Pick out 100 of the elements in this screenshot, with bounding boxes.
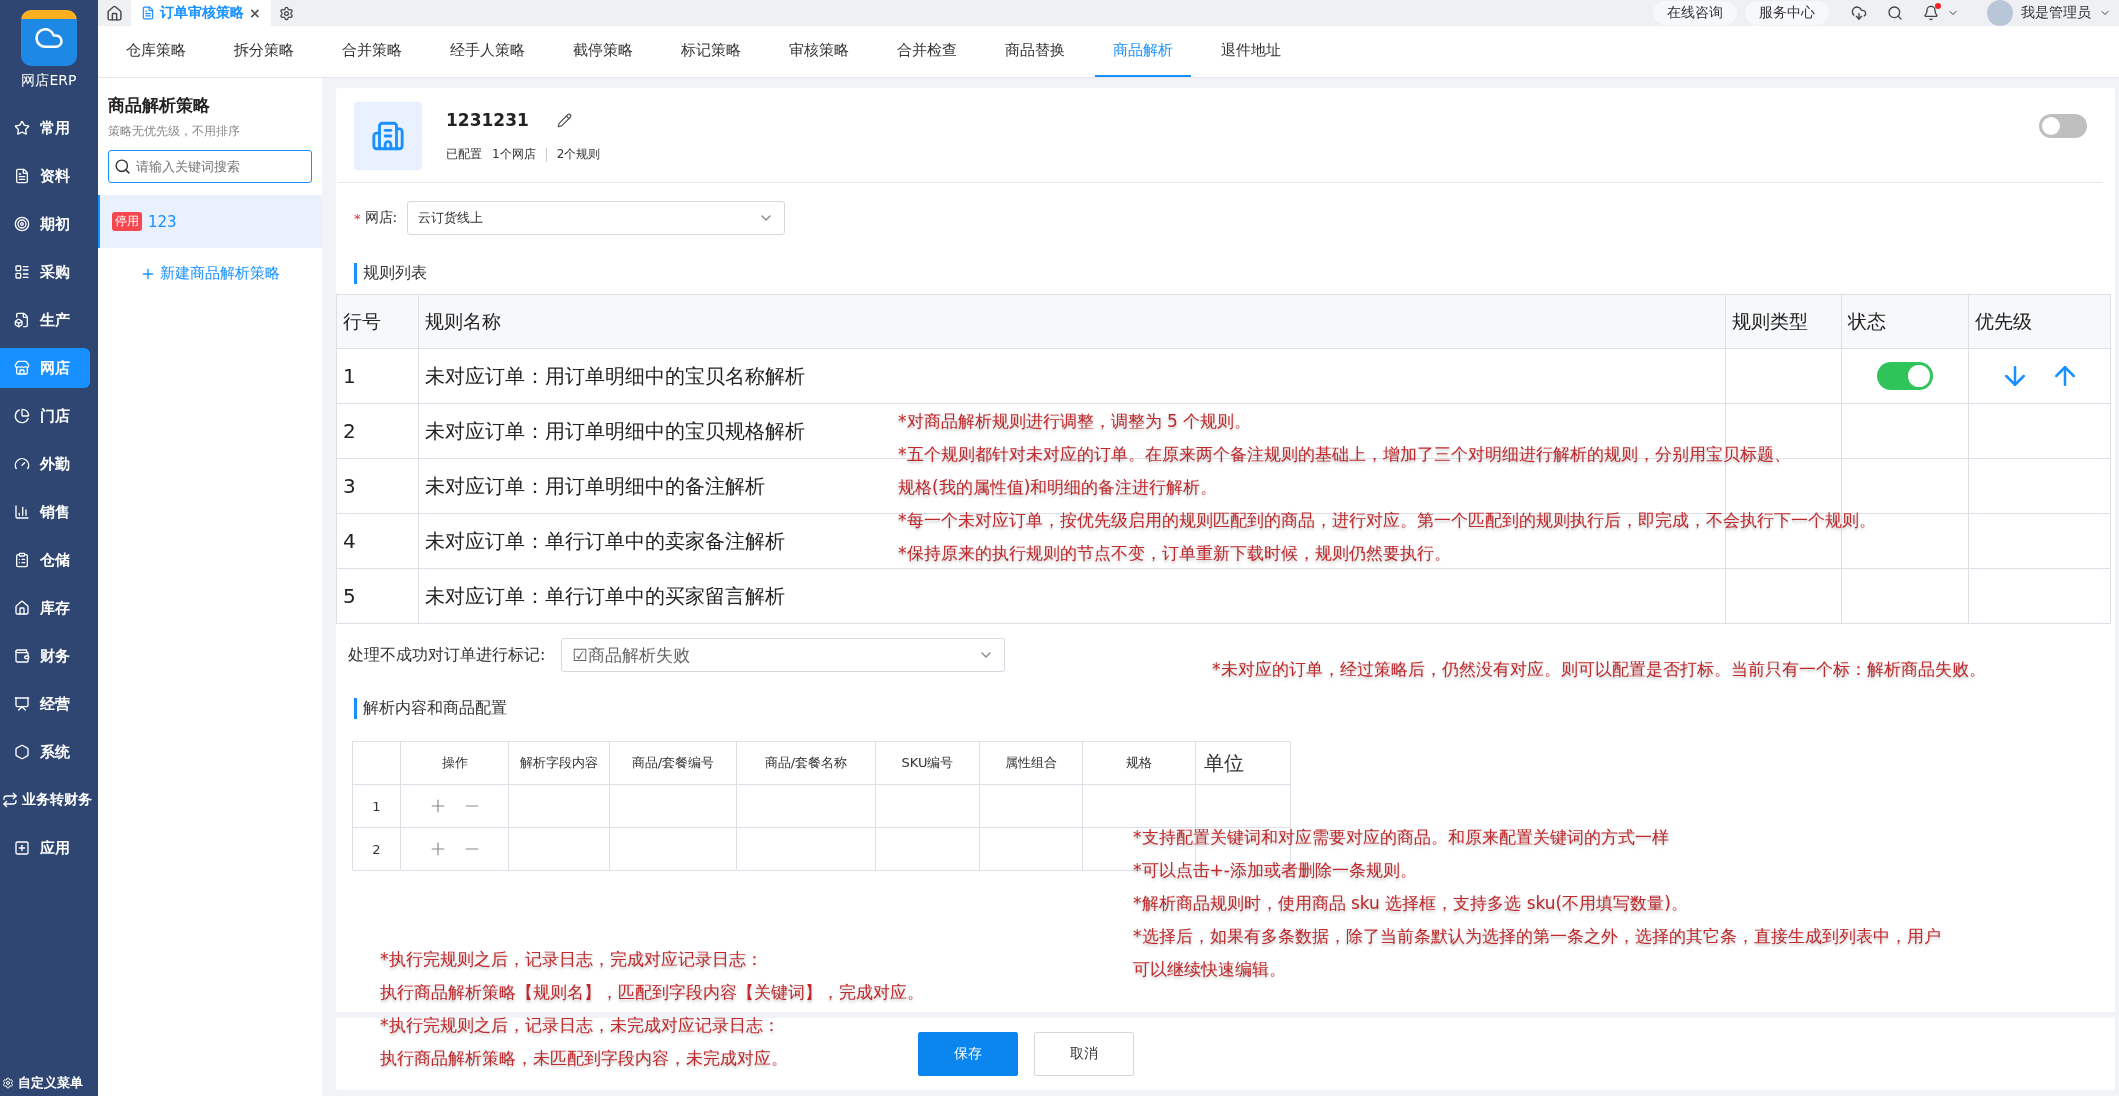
cancel-button[interactable]: 取消 (1033, 1032, 1134, 1076)
document-icon (141, 6, 155, 20)
strategy-tab[interactable]: 拆分策略 (216, 26, 312, 77)
annotation-text: *解析商品规则时，使用商品 sku 选择框，支持多选 sku(不用填写数量)。 (1133, 892, 1689, 914)
table-cell: 未对应订单：用订单明细中的宝贝名称解析 (419, 349, 1726, 404)
table-cell: 5 (337, 569, 419, 624)
meta-text: 2个规则 (556, 146, 601, 163)
column-header: 商品/套餐编号 (610, 742, 737, 785)
notification-icon[interactable] (1923, 5, 1939, 21)
nav-item[interactable]: 资料 (0, 156, 90, 196)
nav-icon (14, 408, 30, 424)
annotation-text: *未对应的订单，经过策略后，仍然没有对应。则可以配置是否打标。当前只有一个标：解析商品失败。 (1212, 658, 1986, 680)
nav-icon (2, 792, 18, 808)
annotation-text: 规格(我的属性值)和明细的备注进行解析。 (898, 476, 1219, 498)
nav-item[interactable]: 销售 (0, 492, 90, 532)
nav-item[interactable]: 经营 (0, 684, 90, 724)
nav-item[interactable]: 业务转财务 (0, 780, 98, 820)
column-header: 操作 (401, 742, 509, 785)
nav-item[interactable]: 生产 (0, 300, 90, 340)
mark-select[interactable]: ☑商品解析失败 (561, 638, 1006, 672)
nav-item[interactable]: 库存 (0, 588, 90, 628)
column-header: 行号 (337, 295, 419, 349)
strategy-tab[interactable]: 合并检查 (879, 26, 975, 77)
strategy-tab[interactable]: 合并策略 (324, 26, 420, 77)
table-cell: 3 (337, 459, 419, 514)
nav-icon (14, 600, 30, 616)
nav-item[interactable]: 应用 (0, 828, 90, 868)
page-tab[interactable]: 订单审核策略 × (131, 0, 271, 26)
column-header: 解析字段内容 (509, 742, 610, 785)
strategy-tab[interactable]: 退件地址 (1203, 26, 1299, 77)
column-header: 规则类型 (1726, 295, 1842, 349)
header-button[interactable]: 在线咨询 (1653, 1, 1737, 25)
strategy-tab[interactable]: 截停策略 (555, 26, 651, 77)
nav-item[interactable]: 采购 (0, 252, 90, 292)
section-title: 解析内容和商品配置 (363, 698, 507, 717)
annotation-text: *对商品解析规则进行调整，调整为 5 个规则。 (898, 410, 1253, 432)
nav-icon (14, 840, 30, 856)
status-tag: 停用 (112, 212, 142, 231)
nav-icon (14, 552, 30, 568)
customize-menu[interactable]: 自定义菜单 (0, 1074, 98, 1096)
building-icon (354, 102, 422, 170)
field-label: 网店: (364, 209, 398, 227)
strategy-item[interactable]: 停用 123 (98, 195, 322, 248)
nav-icon (14, 216, 30, 232)
nav-icon (14, 168, 30, 184)
column-header: SKU编号 (876, 742, 980, 785)
settings-icon[interactable] (278, 5, 294, 21)
avatar[interactable] (1987, 0, 2013, 26)
close-icon[interactable]: × (249, 5, 261, 21)
required-mark: * (354, 210, 361, 226)
nav-item[interactable]: 系统 (0, 732, 90, 772)
column-header: 单位 (1196, 742, 1291, 785)
strategy-tab[interactable]: 经手人策略 (432, 26, 543, 77)
nav-icon (14, 456, 30, 472)
nav-item[interactable]: 期初 (0, 204, 90, 244)
brand-name: 网店ERP (20, 72, 78, 90)
strategy-tab[interactable]: 仓库策略 (108, 26, 204, 77)
user-name[interactable]: 我是管理员 (2021, 4, 2091, 22)
store-select[interactable]: 云订货线上 (407, 201, 786, 235)
nav-icon (14, 696, 30, 712)
edit-icon[interactable] (556, 112, 572, 128)
table-cell: 2 (337, 404, 419, 459)
strategy-tab[interactable]: 商品替换 (987, 26, 1083, 77)
column-header: 优先级 (1969, 295, 2111, 349)
annotation-text: 可以继续快速编辑。 (1133, 958, 1287, 980)
strategy-toggle[interactable] (2039, 114, 2087, 138)
row-number: 1 (353, 785, 401, 828)
app-logo (21, 10, 77, 66)
strategy-tab[interactable]: 审核策略 (771, 26, 867, 77)
section-title: 规则列表 (363, 263, 427, 282)
column-header: 状态 (1842, 295, 1969, 349)
annotation-text: *保持原来的执行规则的节点不变，订单重新下载时候，规则仍然要执行。 (898, 542, 1452, 564)
strategy-tab[interactable]: 标记策略 (663, 26, 759, 77)
column-header: 属性组合 (980, 742, 1083, 785)
nav-item[interactable]: 门店 (0, 396, 90, 436)
cloud-download-icon[interactable] (1851, 5, 1867, 21)
table-cell: 1 (337, 349, 419, 404)
annotation-text: *五个规则都针对未对应的订单。在原来两个备注规则的基础上，增加了三个对明细进行解析的规则，分别用宝贝标题、 (898, 443, 1792, 465)
annotation-text: *支持配置关键词和对应需要对应的商品。和原来配置关键词的方式一样 (1133, 826, 1670, 848)
annotation-text: *每一个未对应订单，按优先级启用的规则匹配到的商品，进行对应。第一个匹配到的规则执行后，即完成，不会执行下一个规则。 (898, 509, 1876, 531)
strategy-title: 1231231 (446, 110, 529, 130)
search-icon[interactable] (1887, 5, 1903, 21)
nav-item[interactable]: 外勤 (0, 444, 90, 484)
nav-item[interactable]: 财务 (0, 636, 90, 676)
nav-icon (14, 120, 30, 136)
header-button[interactable]: 服务中心 (1745, 1, 1829, 25)
page-tab-label: 订单审核策略 (160, 4, 244, 22)
search-field[interactable]: 请输入关键词搜索 (108, 150, 312, 183)
save-button[interactable]: 保存 (917, 1032, 1018, 1076)
status-toggle[interactable] (1877, 362, 1933, 390)
nav-icon (14, 648, 30, 664)
home-icon[interactable] (106, 4, 123, 22)
nav-item[interactable]: 仓储 (0, 540, 90, 580)
nav-icon (14, 504, 30, 520)
search-icon (114, 158, 131, 175)
column-header: 商品/套餐名称 (737, 742, 876, 785)
annotation-text: *执行完规则之后，记录日志，完成对应记录日志： (380, 948, 764, 970)
meta-text: 1个网店 (492, 146, 536, 163)
nav-item[interactable]: 常用 (0, 108, 90, 148)
table-cell: 4 (337, 514, 419, 569)
